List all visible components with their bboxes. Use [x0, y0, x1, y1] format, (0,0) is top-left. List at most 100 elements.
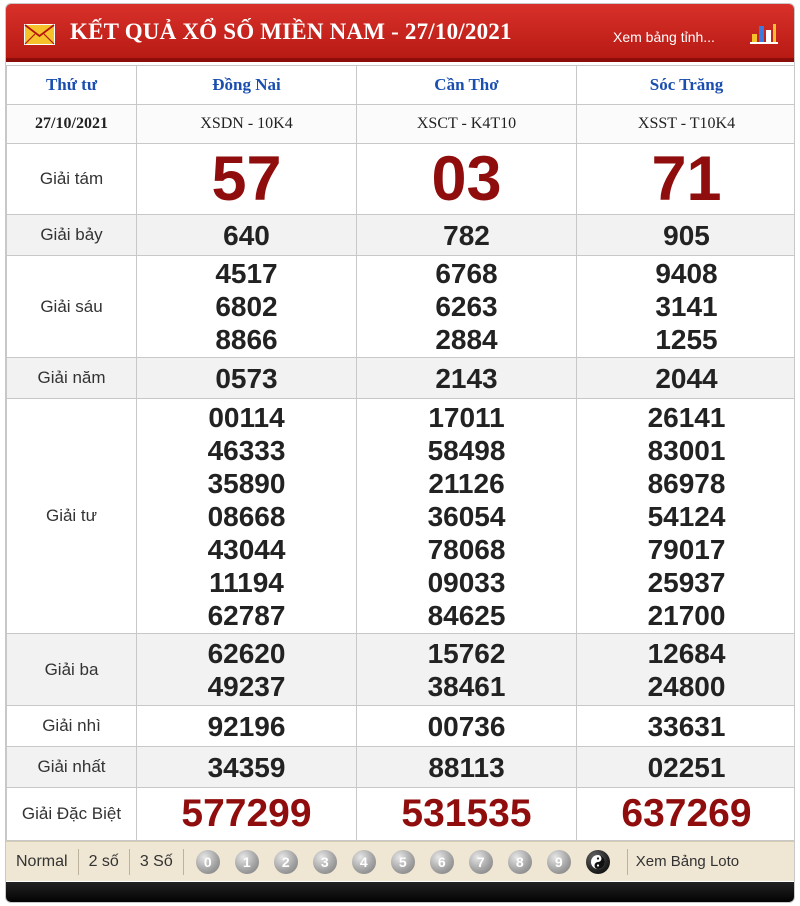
- prize-number: 17011: [428, 401, 505, 433]
- prize-label: Giải bảy: [6, 214, 137, 256]
- option-3-digits[interactable]: 3 Số: [130, 848, 184, 875]
- prize-cell: 00114 46333 35890 08668 43044 11194 6278…: [136, 398, 357, 634]
- prize-label: Giải nhất: [6, 746, 137, 788]
- option-2-digits[interactable]: 2 số: [79, 848, 130, 875]
- digit-1-button[interactable]: 1: [234, 849, 259, 874]
- prize-cell: 6768 6263 2884: [356, 255, 577, 358]
- prize-number: 1255: [655, 324, 718, 355]
- display-options-bar: Normal 2 số 3 Số 0 1 2 3 4 5 6 7 8 9 Xem…: [6, 841, 794, 881]
- ticket-code-dong-nai[interactable]: XSDN - 10K4: [136, 104, 357, 144]
- prize-number: 6263: [435, 291, 498, 322]
- prize-number: 3141: [655, 291, 718, 322]
- prize-row-g5: Giải năm 0573 2143 2044: [6, 357, 794, 399]
- digit-filter: 0 1 2 3 4 5 6 7 8 9: [195, 849, 610, 874]
- prize-number: 00114: [208, 401, 285, 433]
- prize-cell: 2044: [576, 357, 794, 399]
- prize-number: 00736: [427, 710, 506, 742]
- prize-cell: 57: [136, 143, 357, 215]
- prize-label: Giải Đặc Biệt: [6, 787, 137, 841]
- prize-number: 54124: [647, 500, 726, 532]
- prize-number: 782: [443, 219, 490, 251]
- prize-number: 21700: [647, 599, 726, 631]
- option-normal[interactable]: Normal: [6, 848, 79, 875]
- prize-number: 09033: [427, 566, 506, 598]
- prize-number: 92196: [207, 710, 286, 742]
- prize-cell: 2143: [356, 357, 577, 399]
- prize-label: Giải sáu: [6, 255, 137, 358]
- prize-number: 9408: [655, 258, 718, 289]
- code-row: 27/10/2021 XSDN - 10K4 XSCT - K4T10 XSST…: [6, 104, 794, 144]
- prize-cell: 26141 83001 86978 54124 79017 25937 2170…: [576, 398, 794, 634]
- prize-number: 83001: [647, 434, 726, 466]
- prize-number: 33631: [647, 710, 726, 742]
- prize-row-g2: Giải nhì 92196 00736 33631: [6, 705, 794, 747]
- province-header-row: Thứ tư Đồng Nai Cần Thơ Sóc Trăng: [6, 65, 794, 105]
- prize-cell: 0573: [136, 357, 357, 399]
- prize-number: 637269: [621, 792, 752, 835]
- prize-number: 46333: [207, 434, 286, 466]
- prize-number: 2884: [435, 324, 498, 355]
- prize-number: 03: [431, 144, 502, 214]
- digit-0-button[interactable]: 0: [195, 849, 220, 874]
- prize-number: 79017: [647, 533, 726, 565]
- prize-cell: 905: [576, 214, 794, 256]
- prize-number: 4517: [215, 258, 278, 289]
- digit-5-button[interactable]: 5: [390, 849, 415, 874]
- prize-number: 34359: [207, 751, 286, 783]
- prize-number: 38461: [427, 670, 506, 702]
- prize-cell: 637269: [576, 787, 794, 841]
- ticket-code-soc-trang[interactable]: XSST - T10K4: [576, 104, 794, 144]
- results-panel: KẾT QUẢ XỔ SỐ MIỀN NAM - 27/10/2021 Xem …: [5, 3, 795, 903]
- prize-number: 6802: [215, 291, 278, 322]
- prize-number: 71: [651, 144, 722, 214]
- prize-cell: 34359: [136, 746, 357, 788]
- prize-row-g6: Giải sáu 4517 6802 8866 6768 6263 2884 9…: [6, 255, 794, 358]
- digit-2-button[interactable]: 2: [273, 849, 298, 874]
- prize-number: 6768: [435, 258, 498, 289]
- prize-cell: 62620 49237: [136, 633, 357, 706]
- prize-number: 2044: [655, 362, 718, 394]
- digit-9-button[interactable]: 9: [546, 849, 571, 874]
- prize-cell: 88113: [356, 746, 577, 788]
- prize-cell: 00736: [356, 705, 577, 747]
- prize-cell: 12684 24800: [576, 633, 794, 706]
- prize-label: Giải năm: [6, 357, 137, 399]
- province-soc-trang[interactable]: Sóc Trăng: [576, 65, 794, 105]
- view-loto-table-link[interactable]: Xem Bảng Loto: [626, 848, 739, 875]
- digit-7-button[interactable]: 7: [468, 849, 493, 874]
- prize-cell: 9408 3141 1255: [576, 255, 794, 358]
- prize-number: 88113: [428, 751, 505, 783]
- prize-cell: 92196: [136, 705, 357, 747]
- ticket-code-can-tho[interactable]: XSCT - K4T10: [356, 104, 577, 144]
- prize-number: 62620: [207, 637, 286, 669]
- bottom-bar: [6, 882, 794, 902]
- digit-3-button[interactable]: 3: [312, 849, 337, 874]
- digit-6-button[interactable]: 6: [429, 849, 454, 874]
- prize-number: 43044: [207, 533, 286, 565]
- prize-cell: 577299: [136, 787, 357, 841]
- prize-cell: 640: [136, 214, 357, 256]
- yin-yang-icon[interactable]: [585, 849, 610, 874]
- prize-number: 0573: [215, 362, 278, 394]
- digit-4-button[interactable]: 4: [351, 849, 376, 874]
- province-can-tho[interactable]: Cần Thơ: [356, 65, 577, 105]
- prize-number: 02251: [647, 751, 726, 783]
- view-province-table-link[interactable]: Xem bảng tỉnh...: [613, 29, 715, 45]
- province-dong-nai[interactable]: Đồng Nai: [136, 65, 357, 105]
- draw-date: 27/10/2021: [6, 104, 137, 144]
- digit-8-button[interactable]: 8: [507, 849, 532, 874]
- prize-row-g4: Giải tư 00114 46333 35890 08668 43044 11…: [6, 398, 794, 634]
- prize-cell: 531535: [356, 787, 577, 841]
- prize-label: Giải nhì: [6, 705, 137, 747]
- prize-cell: 17011 58498 21126 36054 78068 09033 8462…: [356, 398, 577, 634]
- prize-cell: 71: [576, 143, 794, 215]
- prize-number: 577299: [181, 792, 312, 835]
- prize-number: 08668: [207, 500, 286, 532]
- prize-cell: 15762 38461: [356, 633, 577, 706]
- prize-number: 35890: [207, 467, 286, 499]
- prize-number: 8866: [215, 324, 278, 355]
- prize-row-g7: Giải bảy 640 782 905: [6, 214, 794, 256]
- prize-row-g1: Giải nhất 34359 88113 02251: [6, 746, 794, 788]
- prize-number: 15762: [427, 637, 506, 669]
- bar-chart-icon[interactable]: [750, 22, 778, 44]
